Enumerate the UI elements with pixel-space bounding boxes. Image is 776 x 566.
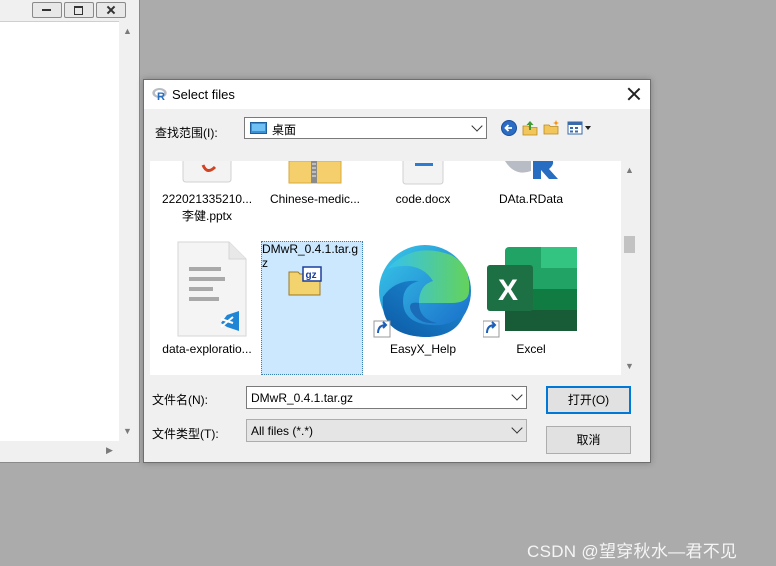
file-name: DMwR_0.4.1.tar.g — [262, 242, 359, 256]
scrollbar-thumb[interactable] — [624, 236, 635, 253]
minimize-button[interactable] — [32, 2, 62, 18]
background-horizontal-scrollbar[interactable]: ▶ — [0, 441, 137, 461]
file-name: Excel — [516, 342, 546, 356]
dialog-title: Select files — [172, 87, 235, 102]
background-window: ▲ ▼ ▶ — [0, 0, 140, 463]
excel-shortcut-icon: X — [483, 247, 577, 338]
filetype-value: All files (*.*) — [251, 424, 314, 438]
file-name: 李健.pptx — [181, 209, 233, 223]
desktop-icon — [250, 122, 267, 134]
file-item[interactable]: EasyX_Help — [371, 241, 475, 375]
close-button[interactable] — [96, 2, 126, 18]
edge-shortcut-icon — [373, 245, 471, 338]
file-item[interactable]: 222021335210... 李健.pptx — [155, 161, 259, 235]
new-folder-icon[interactable] — [543, 119, 561, 137]
filename-input[interactable]: DMwR_0.4.1.tar.gz — [246, 386, 527, 409]
view-menu-icon[interactable] — [567, 119, 593, 137]
dialog-titlebar: R Select files — [144, 80, 650, 109]
file-item[interactable]: DAta.RData — [479, 161, 583, 235]
pptx-file-icon — [182, 161, 232, 183]
filetype-label: 文件类型(T): — [152, 427, 219, 441]
file-name: code.docx — [395, 192, 451, 206]
file-name: 222021335210... — [161, 192, 253, 206]
file-list[interactable]: 222021335210... 李健.pptx Chinese-medic...… — [150, 161, 628, 375]
chevron-down-icon[interactable] — [511, 422, 523, 434]
file-item[interactable]: X Excel — [479, 241, 583, 375]
svg-text:R: R — [157, 91, 165, 101]
chevron-down-icon[interactable] — [511, 389, 523, 401]
watermark: CSDN @望穿秋水—君不见 — [527, 542, 738, 561]
background-vertical-scrollbar[interactable]: ▲ ▼ — [119, 21, 137, 441]
file-item[interactable]: Chinese-medic... — [263, 161, 367, 235]
zip-folder-icon — [288, 161, 342, 184]
excel-letter: X — [498, 274, 518, 307]
rdata-file-icon — [505, 161, 558, 179]
lookin-dropdown[interactable]: 桌面 — [244, 117, 487, 139]
gz-archive-icon: gz — [288, 266, 322, 296]
file-name: DAta.RData — [498, 192, 564, 206]
maximize-button[interactable] — [64, 2, 94, 18]
background-window-controls — [32, 2, 126, 18]
file-name: Chinese-medic... — [269, 192, 361, 206]
docx-file-icon — [402, 161, 444, 185]
up-folder-icon[interactable] — [521, 119, 539, 137]
gz-badge-text: gz — [306, 270, 317, 281]
file-item[interactable]: code.docx — [371, 161, 475, 235]
scroll-down-icon[interactable]: ▼ — [123, 427, 132, 436]
back-icon[interactable] — [500, 119, 518, 137]
r-logo-icon: R — [152, 88, 167, 101]
file-item[interactable]: data-exploratio... — [155, 241, 259, 375]
scroll-down-icon[interactable]: ▼ — [625, 362, 634, 371]
scroll-up-icon[interactable]: ▲ — [625, 166, 634, 175]
dialog-close-button[interactable] — [626, 86, 642, 102]
scroll-up-icon[interactable]: ▲ — [123, 27, 132, 36]
select-files-dialog: R Select files 查找范围(I): 桌面 222021335210.… — [143, 79, 651, 463]
file-item-selected[interactable]: gz DMwR_0.4.1.tar.g z — [261, 241, 363, 375]
lookin-label: 查找范围(I): — [155, 126, 218, 140]
vscode-file-icon — [177, 241, 247, 337]
filename-label: 文件名(N): — [152, 393, 208, 407]
scroll-right-icon[interactable]: ▶ — [106, 446, 113, 455]
file-list-scrollbar[interactable]: ▲ ▼ — [621, 161, 638, 375]
cancel-button[interactable]: 取消 — [546, 426, 631, 454]
file-name: data-exploratio... — [162, 342, 252, 356]
filetype-select[interactable]: All files (*.*) — [246, 419, 527, 442]
open-button[interactable]: 打开(O) — [546, 386, 631, 414]
file-name: EasyX_Help — [389, 342, 457, 356]
background-content-area — [0, 21, 119, 442]
filename-value: DMwR_0.4.1.tar.gz — [251, 391, 354, 405]
chevron-down-icon[interactable] — [471, 120, 483, 132]
lookin-value: 桌面 — [272, 123, 297, 137]
